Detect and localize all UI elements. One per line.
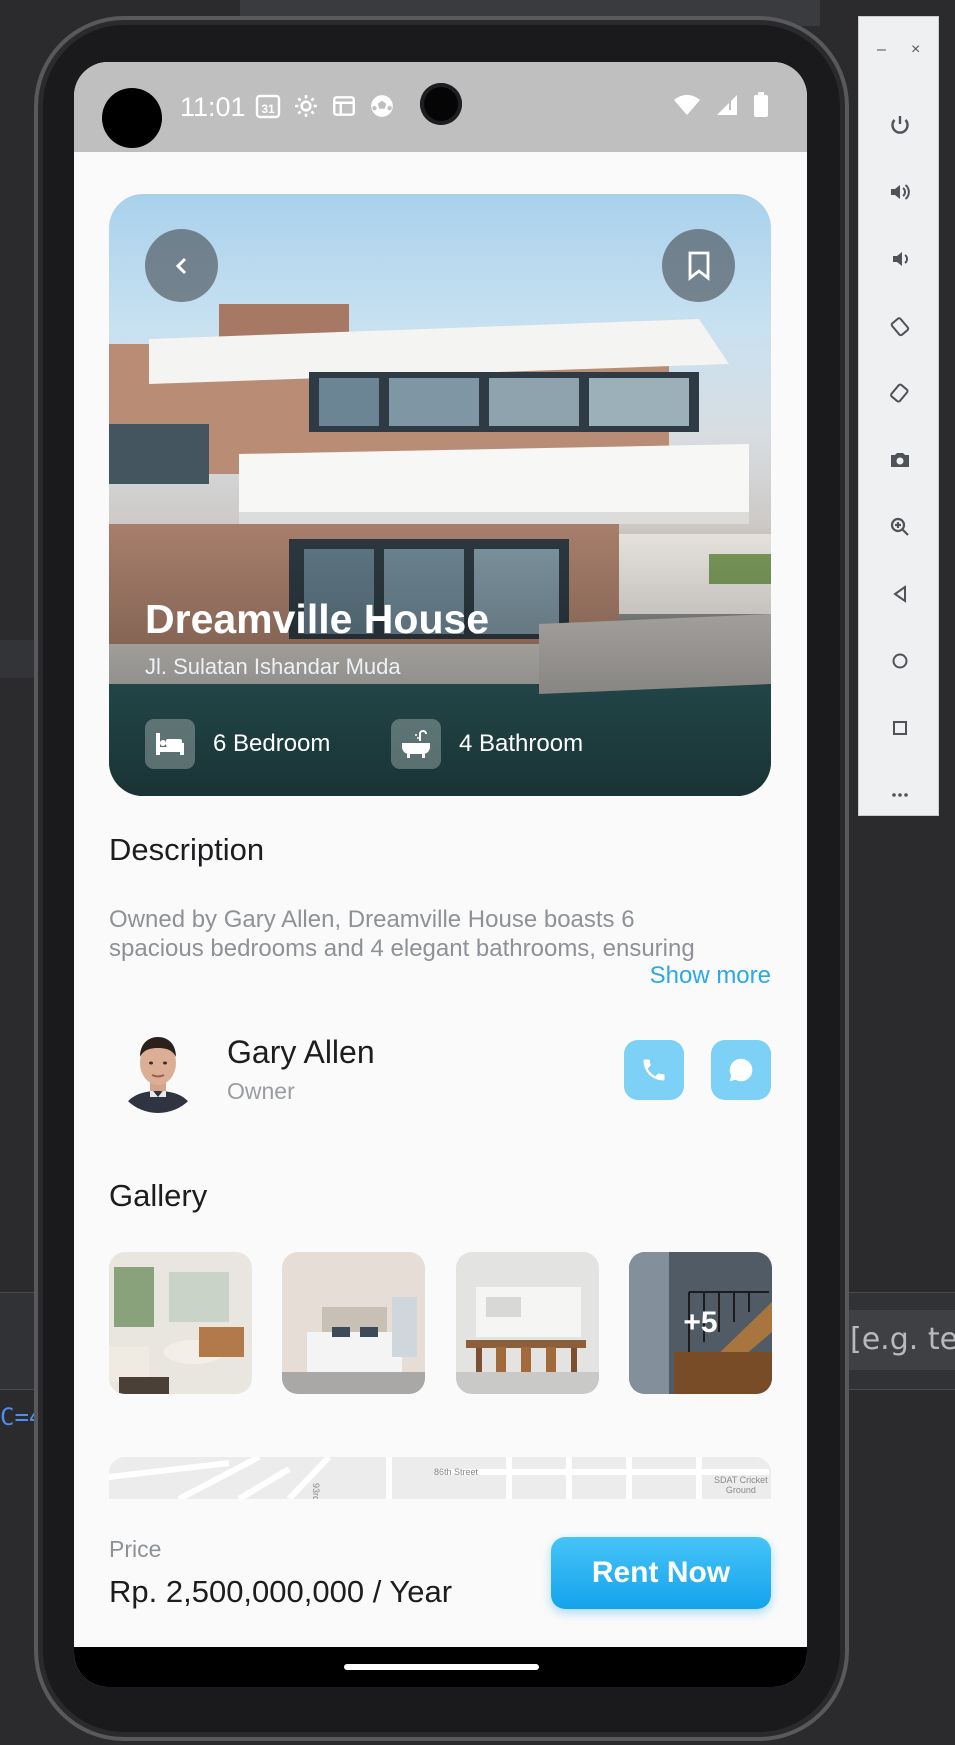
volume-up-icon[interactable] (859, 158, 940, 225)
rotate-right-icon[interactable] (859, 359, 940, 426)
calendar-icon: 31 (254, 92, 282, 120)
map-place-line-1: SDAT Cricket (714, 1475, 768, 1485)
overview-icon[interactable] (859, 694, 940, 761)
property-hero-card[interactable]: Dreamville House Jl. Sulatan Ishandar Mu… (109, 194, 771, 796)
description-line-2: spacious bedrooms and 4 elegant bathroom… (109, 935, 695, 962)
zoom-icon[interactable] (859, 493, 940, 560)
bookmark-icon (688, 251, 709, 281)
power-icon[interactable] (859, 91, 940, 158)
property-title: Dreamville House (145, 596, 490, 642)
back-icon[interactable] (859, 560, 940, 627)
status-bar: 11:01 31 (74, 62, 807, 152)
back-button[interactable] (145, 229, 218, 302)
property-address: Jl. Sulatan Ishandar Muda (145, 654, 401, 679)
bathroom-feature: 4 Bathroom (391, 719, 583, 769)
bookmark-button[interactable] (662, 229, 735, 302)
home-icon[interactable] (859, 627, 940, 694)
rotate-left-icon[interactable] (859, 292, 940, 359)
location-map[interactable]: 86th Street 93rd St SDAT Cricket Ground (109, 1457, 771, 1499)
price-label: Price (109, 1536, 162, 1562)
map-street-label-2: 93rd St (311, 1483, 321, 1499)
close-button[interactable]: × (911, 41, 920, 59)
description-line-1: Owned by Gary Allen, Dreamville House bo… (109, 906, 635, 933)
rent-now-button[interactable]: Rent Now (551, 1537, 771, 1609)
chat-button[interactable] (711, 1040, 771, 1100)
phone-icon (643, 1059, 665, 1081)
ball-icon (368, 92, 396, 120)
bedroom-count: 6 Bedroom (213, 730, 331, 757)
battery-icon (753, 92, 769, 123)
price-value: Rp. 2,500,000,000 / Year (109, 1574, 453, 1609)
settings-icon (292, 92, 320, 120)
call-button[interactable] (624, 1040, 684, 1100)
bedroom-feature: 6 Bedroom (145, 719, 330, 769)
chevron-left-icon (175, 257, 186, 274)
volume-down-icon[interactable] (859, 225, 940, 292)
map-street-label: 86th Street (434, 1467, 479, 1477)
front-camera (420, 83, 462, 125)
description-heading: Description (109, 832, 265, 867)
gallery-more-thumbnail[interactable]: +5 (629, 1252, 772, 1394)
minimize-button[interactable]: – (877, 41, 886, 59)
map-place-line-2: Ground (725, 1485, 756, 1495)
gallery-thumbnail[interactable] (282, 1252, 425, 1394)
owner-avatar (114, 1025, 202, 1113)
navigation-bar (74, 1647, 807, 1687)
gallery-more-count: +5 (629, 1252, 772, 1394)
app-screen: 11:01 31 Dreamville House Jl. Sulatan Is… (74, 62, 807, 1687)
system-icons (673, 92, 769, 123)
camera-icon[interactable] (859, 426, 940, 493)
status-time: 11:01 (180, 92, 246, 122)
gallery-thumbnail[interactable] (109, 1252, 252, 1394)
emulator-toolbar: – × (858, 16, 939, 816)
description-text: Owned by Gary Allen, Dreamville House bo… (109, 905, 771, 963)
gallery-thumbnail[interactable] (456, 1252, 599, 1394)
bathroom-count: 4 Bathroom (459, 730, 584, 757)
ide-text-field[interactable]: [e.g. text (840, 1310, 955, 1370)
wifi-icon (673, 93, 701, 122)
browser-icon (330, 92, 358, 120)
gallery-heading: Gallery (109, 1178, 208, 1213)
home-gesture-handle[interactable] (344, 1664, 539, 1670)
status-dot (102, 88, 162, 148)
show-more-link[interactable]: Show more (650, 962, 771, 990)
bed-icon (145, 719, 195, 769)
map-place-label: SDAT Cricket Ground (714, 1475, 768, 1495)
bathtub-icon (391, 719, 441, 769)
notification-icons: 31 (254, 92, 396, 120)
chat-icon (729, 1058, 753, 1082)
owner-role: Owner (227, 1078, 295, 1104)
calendar-day: 31 (261, 102, 275, 116)
more-icon[interactable] (859, 761, 940, 828)
owner-name: Gary Allen (227, 1034, 375, 1070)
signal-icon (715, 93, 739, 122)
